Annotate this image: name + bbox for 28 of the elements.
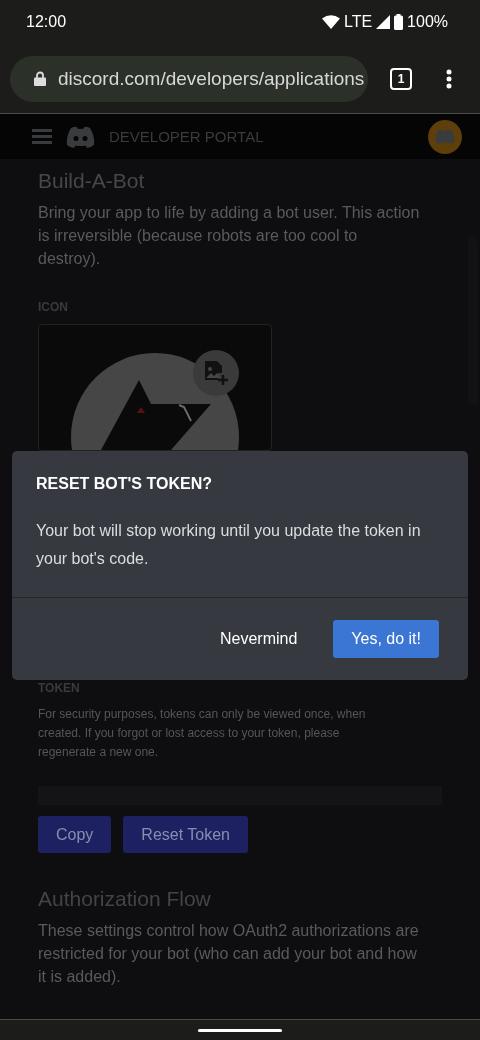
token-description: For security purposes, tokens can only be viewed once, when created. If you forgot or lost access to your token, please regenerate a new one. — [38, 706, 367, 761]
add-image-icon — [204, 360, 228, 386]
section-description: Bring your app to life by adding a bot user. This action is irreversible (because robots are too cool to destroy). — [38, 203, 421, 269]
signal-icon — [376, 15, 391, 29]
lock-icon — [34, 71, 46, 86]
confirm-button[interactable]: Yes, do it! — [333, 620, 439, 658]
menu-icon[interactable] — [32, 129, 52, 144]
dialog-title: RESET BOT'S TOKEN? — [36, 475, 213, 493]
battery-icon — [394, 14, 404, 30]
home-indicator[interactable] — [198, 1028, 282, 1032]
user-avatar[interactable] — [428, 119, 462, 154]
token-button[interactable]: Reset Token — [123, 816, 248, 853]
battery-percent: 100% — [407, 13, 448, 31]
section-description: These settings control how OAuth2 authorizations are restricted for your bot (who can add your bot and how it is added). — [38, 921, 420, 987]
portal-title: DEVELOPER PORTAL — [109, 128, 265, 145]
address-bar[interactable]: discord.com/developers/applications — [10, 55, 368, 102]
tab-count-button[interactable]: 1 — [390, 67, 412, 90]
network-label: LTE — [343, 13, 373, 31]
controller-logo-icon — [66, 125, 95, 148]
cancel-button[interactable]: Nevermind — [197, 620, 320, 658]
add-image-button[interactable] — [193, 350, 239, 396]
more-icon[interactable] — [446, 68, 452, 89]
token-button[interactable]: Copy — [38, 816, 112, 853]
dialog-message: Your bot will stop working until you update the token in your bot's code. — [36, 521, 422, 569]
wifi-icon — [321, 15, 340, 29]
section-title: Build-A-Bot — [38, 169, 146, 193]
icon-upload-area[interactable] — [38, 324, 272, 451]
clock: 12:00 — [26, 13, 67, 31]
